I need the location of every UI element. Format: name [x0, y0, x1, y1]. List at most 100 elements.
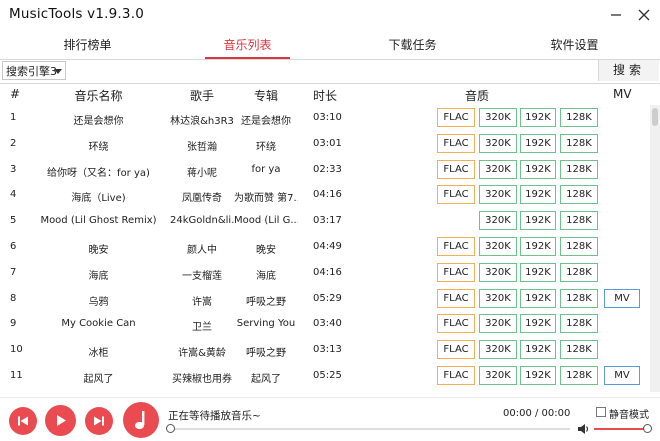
mute-checkbox[interactable] [596, 407, 606, 417]
download-128k-button[interactable]: 128K [560, 288, 598, 308]
download-flac-button[interactable]: FLAC [437, 108, 475, 127]
song-row[interactable]: 1 还是会想你 林达浪&h3R3 还是会想你 03:10 FLAC 320K 192K 128K [0, 105, 650, 131]
download-320k-button[interactable]: 320K [479, 262, 517, 282]
download-320k-button[interactable]: 320K [479, 340, 517, 360]
download-192k-button[interactable]: 192K [520, 288, 556, 308]
download-320k-button[interactable]: 320K [479, 159, 517, 179]
download-128k-button[interactable]: 128K [560, 108, 598, 127]
tab-music-list[interactable]: 音乐列表 [205, 35, 290, 57]
download-192k-button[interactable]: 192K [520, 133, 556, 153]
download-192k-button[interactable]: 192K [520, 159, 556, 179]
song-row[interactable]: 2 环绕 张哲瀚 环绕 03:01 FLAC 320K 192K 128K [0, 131, 650, 157]
close-button[interactable] [635, 6, 653, 24]
download-flac-button[interactable]: FLAC [437, 366, 475, 385]
skip-previous-icon [18, 416, 28, 426]
download-flac-button[interactable]: FLAC [437, 288, 475, 308]
download-320k-button[interactable]: 320K [479, 288, 517, 308]
song-number: 10 [10, 344, 23, 356]
tab-rankings[interactable]: 排行榜单 [45, 35, 130, 57]
music-note-icon [134, 411, 145, 430]
player-status: 正在等待播放音乐~ [168, 410, 261, 422]
song-name: 还是会想你 [73, 116, 124, 127]
tab-downloads[interactable]: 下载任务 [370, 35, 455, 57]
column-header-quality: 音质 [465, 89, 490, 103]
song-duration: 05:29 [313, 292, 342, 304]
download-flac-button[interactable]: FLAC [437, 340, 475, 360]
search-engine-select[interactable]: 搜索引擎3 [2, 61, 66, 80]
song-row[interactable]: 10 冰柜 许嵩&黄龄 呼吸之野 03:13 FLAC 320K 192K 128K [0, 337, 650, 363]
song-row[interactable]: 9 My Cookie Can 卫兰 Serving You 03:40 FLAC 320K… [0, 311, 650, 337]
scrollbar[interactable] [650, 105, 660, 392]
song-artist: 24kGoldn&li... [170, 215, 234, 227]
download-flac-button[interactable]: FLAC [437, 133, 475, 153]
download-128k-button[interactable]: 128K [560, 340, 598, 360]
download-128k-button[interactable]: 128K [560, 133, 598, 153]
download-192k-button[interactable]: 192K [520, 314, 556, 334]
play-button[interactable] [45, 405, 76, 436]
download-flac-button[interactable]: FLAC [437, 314, 475, 334]
volume-icon[interactable] [577, 423, 590, 435]
download-320k-button[interactable]: 320K [479, 237, 517, 256]
download-192k-button[interactable]: 192K [520, 262, 556, 282]
mv-button[interactable]: MV [604, 366, 640, 385]
download-flac-button[interactable]: FLAC [437, 262, 475, 282]
song-artist: 凤凰传奇 [182, 193, 222, 205]
column-header-mv: MV [613, 87, 632, 101]
download-320k-button[interactable]: 320K [479, 211, 517, 231]
download-128k-button[interactable]: 128K [560, 159, 598, 179]
song-artist: 一支榴莲 [182, 270, 222, 282]
song-artist: 许嵩&黄龄 [178, 348, 226, 360]
download-320k-button[interactable]: 320K [479, 133, 517, 153]
download-320k-button[interactable]: 320K [479, 108, 517, 127]
download-192k-button[interactable]: 192K [520, 108, 556, 127]
download-128k-button[interactable]: 128K [560, 185, 598, 205]
download-flac-button[interactable]: FLAC [437, 185, 475, 205]
download-128k-button[interactable]: 128K [560, 237, 598, 256]
song-duration: 02:33 [313, 163, 342, 175]
previous-button[interactable] [9, 407, 37, 435]
scrollbar-thumb[interactable] [652, 108, 658, 126]
download-128k-button[interactable]: 128K [560, 262, 598, 282]
progress-knob[interactable] [166, 424, 175, 433]
mv-button[interactable]: MV [604, 288, 640, 308]
song-album: 呼吸之野 [246, 348, 286, 360]
song-number: 6 [10, 241, 17, 252]
song-row[interactable]: 8 乌鸦 许嵩 呼吸之野 05:29 FLAC 320K 192K 128K MV [0, 286, 650, 312]
download-192k-button[interactable]: 192K [520, 185, 556, 205]
song-duration: 04:49 [313, 241, 342, 252]
song-row[interactable]: 5 Mood (Lil Ghost Remix) 24kGoldn&li... Moo… [0, 208, 650, 234]
player-bar: 正在等待播放音乐~ 00:00 / 00:00 静音模式 [0, 397, 660, 441]
minimize-button[interactable] [607, 6, 625, 24]
tab-settings[interactable]: 软件设置 [532, 35, 617, 57]
next-button[interactable] [85, 407, 113, 435]
chevron-down-icon [54, 69, 62, 74]
song-artist: 林达浪&h3R3 [170, 116, 234, 127]
download-128k-button[interactable]: 128K [560, 211, 598, 231]
song-row[interactable]: 11 起风了 买辣椒也用券 起风了 05:25 FLAC 320K 192K 128K MV [0, 363, 650, 389]
download-128k-button[interactable]: 128K [560, 366, 598, 385]
search-input[interactable] [68, 61, 602, 82]
song-number: 3 [10, 163, 17, 175]
song-list: 1 还是会想你 林达浪&h3R3 还是会想你 03:10 FLAC 320K 192K 128K… [0, 105, 650, 392]
song-row[interactable]: 6 晚安 颜人中 晚安 04:49 FLAC 320K 192K 128K [0, 234, 650, 260]
song-row[interactable]: 4 海底（Live) 凤凰传奇 为歌而赞 第7... 04:16 FLAC 320K 192K… [0, 182, 650, 208]
download-192k-button[interactable]: 192K [520, 211, 556, 231]
album-cover [123, 402, 159, 438]
song-row[interactable]: 7 海底 一支榴莲 海底 04:16 FLAC 320K 192K 128K [0, 260, 650, 286]
volume-knob[interactable] [643, 424, 652, 433]
download-128k-button[interactable]: 128K [560, 314, 598, 334]
volume-slider[interactable] [594, 428, 650, 430]
song-row[interactable]: 3 给你呀（又名：for ya) 蒋小呢 for ya 02:33 FLAC 320K 192… [0, 157, 650, 183]
download-320k-button[interactable]: 320K [479, 185, 517, 205]
progress-bar[interactable] [170, 428, 570, 430]
song-duration: 03:13 [313, 344, 342, 356]
download-320k-button[interactable]: 320K [479, 314, 517, 334]
download-320k-button[interactable]: 320K [479, 366, 517, 385]
download-flac-button[interactable]: FLAC [437, 159, 475, 179]
search-button[interactable]: 搜索 [598, 60, 659, 81]
column-header-album: 专辑 [253, 89, 278, 103]
download-192k-button[interactable]: 192K [520, 366, 556, 385]
download-192k-button[interactable]: 192K [520, 237, 556, 256]
download-192k-button[interactable]: 192K [520, 340, 556, 360]
download-flac-button[interactable]: FLAC [437, 237, 475, 256]
